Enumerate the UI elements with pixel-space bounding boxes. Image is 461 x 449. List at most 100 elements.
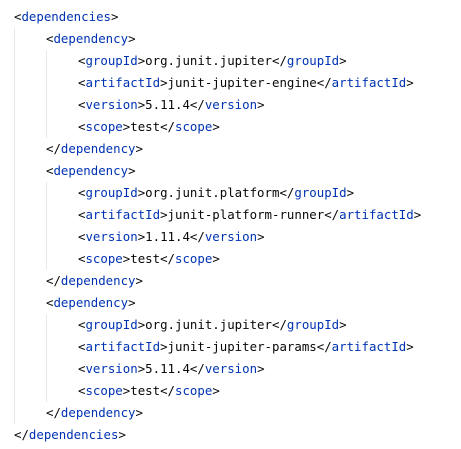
- xml-tag-name: artifactId: [331, 75, 407, 90]
- xml-tag-name: scope: [85, 383, 123, 398]
- code-line[interactable]: <artifactId>junit-platform-runner</artif…: [78, 204, 421, 226]
- xml-tag-name: dependencies: [21, 9, 111, 24]
- tag-bracket: </: [324, 207, 340, 222]
- xml-tag-name: version: [85, 97, 138, 112]
- xml-tag-name: groupId: [85, 185, 138, 200]
- tag-bracket: >: [346, 185, 355, 200]
- xml-text-value: junit-jupiter-params: [167, 339, 317, 354]
- xml-tag-name: groupId: [286, 317, 340, 332]
- xml-tag-name: groupId: [294, 185, 347, 200]
- tag-bracket: >: [257, 361, 265, 376]
- code-line[interactable]: <artifactId>junit-jupiter-engine</artifa…: [78, 72, 414, 94]
- tag-bracket: </: [14, 427, 29, 442]
- tag-bracket: </: [46, 273, 61, 288]
- xml-tag-name: artifactId: [339, 207, 414, 222]
- tag-bracket: >: [135, 141, 143, 156]
- tag-bracket: >: [406, 339, 414, 354]
- tag-bracket: >: [128, 31, 136, 46]
- tag-bracket: </: [279, 185, 295, 200]
- tag-bracket: </: [316, 339, 332, 354]
- xml-tag-name: dependency: [60, 141, 136, 156]
- xml-tag-name: version: [85, 361, 138, 376]
- code-line[interactable]: <scope>test</scope>: [78, 248, 220, 270]
- tag-bracket: >: [339, 317, 347, 332]
- code-line[interactable]: <scope>test</scope>: [78, 116, 220, 138]
- xml-text-value: org.junit.jupiter: [145, 53, 272, 68]
- xml-text-value: junit-jupiter-engine: [167, 75, 317, 90]
- xml-tag-name: version: [204, 229, 258, 244]
- tag-bracket: </: [46, 405, 61, 420]
- tag-bracket: >: [406, 75, 414, 90]
- code-line[interactable]: <dependency>: [46, 28, 136, 50]
- indent-guide: [46, 50, 47, 138]
- xml-text-value: test: [130, 251, 161, 266]
- xml-tag-name: groupId: [85, 53, 138, 68]
- xml-tag-name: dependency: [60, 405, 136, 420]
- xml-tag-name: dependency: [53, 163, 129, 178]
- tag-bracket: >: [160, 339, 168, 354]
- tag-bracket: </: [160, 251, 176, 266]
- xml-tag-name: artifactId: [85, 339, 161, 354]
- tag-bracket: >: [212, 251, 220, 266]
- xml-tag-name: scope: [175, 383, 213, 398]
- xml-text-value: test: [130, 119, 161, 134]
- code-line[interactable]: <scope>test</scope>: [78, 380, 220, 402]
- code-line[interactable]: </dependency>: [46, 402, 143, 424]
- code-editor[interactable]: <dependencies> <dependency> <groupId>org.j…: [0, 0, 461, 449]
- tag-bracket: </: [189, 97, 205, 112]
- tag-bracket: >: [128, 295, 136, 310]
- xml-tag-name: dependency: [53, 31, 129, 46]
- xml-text-value: test: [130, 383, 161, 398]
- tag-bracket: </: [189, 229, 205, 244]
- tag-bracket: >: [111, 9, 119, 24]
- xml-text-value: 5.11.4: [145, 97, 190, 112]
- code-line[interactable]: <dependency>: [46, 292, 136, 314]
- tag-bracket: >: [257, 97, 265, 112]
- code-line[interactable]: <groupId>org.junit.jupiter</groupId>: [78, 314, 347, 336]
- code-line[interactable]: <version>5.11.4</version>: [78, 358, 265, 380]
- tag-bracket: >: [257, 229, 265, 244]
- code-line[interactable]: <version>1.11.4</version>: [78, 226, 265, 248]
- xml-text-value: org.junit.platform: [145, 185, 280, 200]
- tag-bracket: >: [128, 163, 136, 178]
- xml-tag-name: artifactId: [85, 207, 161, 222]
- xml-tag-name: version: [204, 361, 258, 376]
- xml-tag-name: scope: [85, 251, 123, 266]
- code-line[interactable]: <dependencies>: [14, 6, 118, 28]
- tag-bracket: </: [46, 141, 61, 156]
- tag-bracket: </: [271, 53, 287, 68]
- code-line[interactable]: </dependencies>: [14, 424, 126, 446]
- tag-bracket: >: [160, 207, 168, 222]
- tag-bracket: >: [413, 207, 422, 222]
- tag-bracket: >: [135, 405, 143, 420]
- xml-text-value: org.junit.jupiter: [145, 317, 272, 332]
- xml-tag-name: dependencies: [28, 427, 119, 442]
- code-line[interactable]: </dependency>: [46, 270, 143, 292]
- code-line[interactable]: <groupId>org.junit.jupiter</groupId>: [78, 50, 347, 72]
- tag-bracket: >: [212, 383, 220, 398]
- tag-bracket: </: [160, 119, 176, 134]
- tag-bracket: </: [316, 75, 332, 90]
- indent-guide: [46, 314, 47, 402]
- xml-tag-name: dependency: [53, 295, 129, 310]
- tag-bracket: >: [135, 273, 143, 288]
- xml-tag-name: scope: [85, 119, 123, 134]
- code-line[interactable]: <groupId>org.junit.platform</groupId>: [78, 182, 354, 204]
- code-line[interactable]: </dependency>: [46, 138, 143, 160]
- xml-text-value: junit-platform-runner: [167, 207, 325, 222]
- xml-text-value: 5.11.4: [145, 361, 190, 376]
- tag-bracket: >: [212, 119, 220, 134]
- tag-bracket: </: [189, 361, 205, 376]
- xml-tag-name: dependency: [60, 273, 136, 288]
- code-line[interactable]: <dependency>: [46, 160, 136, 182]
- xml-tag-name: groupId: [85, 317, 138, 332]
- tag-bracket: >: [160, 75, 168, 90]
- indent-guide: [14, 28, 15, 424]
- indent-guide: [46, 182, 47, 270]
- xml-tag-name: scope: [175, 251, 213, 266]
- xml-text-value: 1.11.4: [145, 229, 190, 244]
- code-line[interactable]: <artifactId>junit-jupiter-params</artifa…: [78, 336, 414, 358]
- tag-bracket: >: [339, 53, 347, 68]
- code-line[interactable]: <version>5.11.4</version>: [78, 94, 265, 116]
- tag-bracket: </: [271, 317, 287, 332]
